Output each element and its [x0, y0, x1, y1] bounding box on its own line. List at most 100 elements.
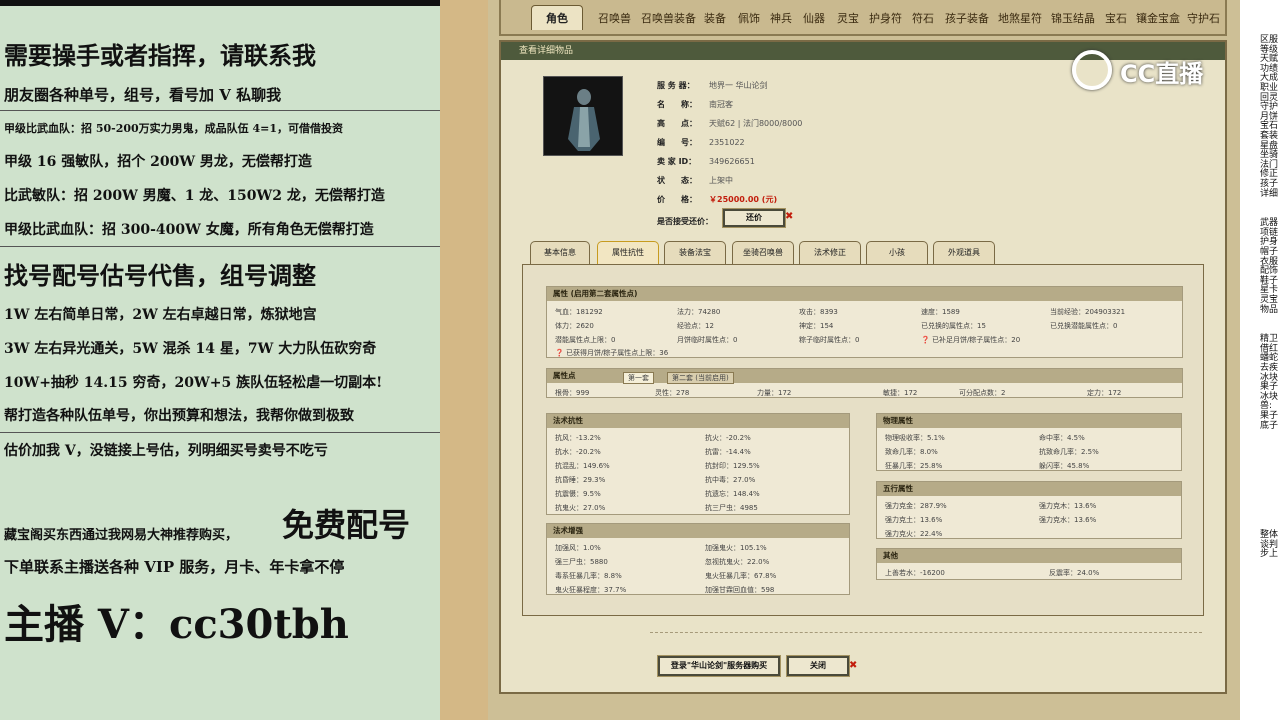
promo-line-1: 需要操手或者指挥，请联系我	[4, 41, 316, 70]
resist-item: 抗雷：-14.4%	[705, 448, 751, 456]
stat-speed: 速度：1589	[921, 308, 960, 316]
close-button[interactable]: 关闭	[787, 656, 849, 676]
promo-free-match: 免费配号	[282, 506, 411, 544]
resist-item: 抗震慑：9.5%	[555, 490, 601, 498]
points-set-2-tab[interactable]: 第二套 (当前启用)	[667, 372, 734, 384]
category-tabs: 角色 召唤兽 召唤兽装备 装备 佩饰 神兵 仙器 灵宝 护身符 符石 孩子装备 …	[499, 0, 1227, 36]
subtab-basic[interactable]: 基本信息	[530, 241, 590, 265]
tab-divine-weapon[interactable]: 神兵	[770, 10, 792, 26]
tab-role[interactable]: 角色	[531, 5, 583, 30]
info-server: 服 务 器： 地界一 华山论剑	[657, 81, 768, 90]
resist-item: 抗遗忘：148.4%	[705, 490, 760, 498]
boost-item: 鬼火狂暴程度：37.7%	[555, 586, 627, 594]
promo-line-14: 下单联系主播送各种 VIP 服务，月卡、年卡拿不停	[4, 558, 345, 576]
boost-item: 鬼火狂暴几率：67.8%	[705, 572, 777, 580]
stat-exchanged-points: 已兑换的属性点：15	[921, 322, 986, 330]
info-name: 名 称： 南冠客	[657, 100, 733, 109]
stat-mooncake-points: 月饼临时属性点：0	[677, 336, 738, 344]
close-icon: ✖	[849, 660, 858, 671]
points-set-1-tab[interactable]: 第一套	[623, 372, 654, 384]
stat-exp: 当前经验：204903321	[1050, 308, 1126, 316]
resist-item: 抗鬼火：27.0%	[555, 504, 606, 512]
promo-line-2: 朋友圈各种单号，组号，看号加 V 私聊我	[4, 86, 282, 104]
tab-star-rune[interactable]: 地煞星符	[998, 10, 1042, 26]
physical-header: 物理属性	[877, 414, 1181, 428]
stat-exchanged-potential: 已兑换潜能属性点：0	[1050, 322, 1118, 330]
resist-item: 抗水：-20.2%	[555, 448, 601, 456]
stat-focus: 神定：154	[799, 322, 834, 330]
tab-jade-crystal[interactable]: 锦玉结晶	[1051, 10, 1095, 26]
promo-line-7: 找号配号估号代售，组号调整	[4, 261, 316, 290]
phys-item: 致命几率：8.0%	[885, 448, 938, 456]
divider	[650, 632, 1202, 633]
promo-top-bar	[0, 0, 440, 6]
five-elements-box: 五行属性 强力克金：287.9% 强力克木：13.6% 强力克土：13.6% 强…	[876, 481, 1182, 539]
stat-points-cap: ❓ 已获得月饼/粽子属性点上限：36	[555, 349, 669, 357]
tab-child-equip[interactable]: 孩子装备	[945, 10, 989, 26]
info-seller: 卖 家 ID： 349626651	[657, 157, 755, 166]
stat-potential-cap: 潜能属性点上限：0	[555, 336, 616, 344]
phys-item: 狂暴几率：25.8%	[885, 462, 943, 470]
resist-item: 抗封印：129.5%	[705, 462, 760, 470]
tab-amulet[interactable]: 护身符	[869, 10, 902, 26]
stat-stamina: 体力：2620	[555, 322, 594, 330]
tab-equip[interactable]: 装备	[704, 10, 726, 26]
divider	[0, 246, 440, 247]
bargain-button[interactable]: 还价	[723, 209, 785, 227]
boost-item: 毒系狂暴几率：8.8%	[555, 572, 622, 580]
subtab-appearance[interactable]: 外观道具	[933, 241, 995, 265]
promo-line-5: 比武敏队：招 200W 男魔、1 龙、150W2 龙，无偿帮打造	[4, 188, 385, 204]
subtab-spell-mod[interactable]: 法术修正	[799, 241, 861, 265]
tab-gem[interactable]: 宝石	[1105, 10, 1127, 26]
five-elements-header: 五行属性	[877, 482, 1181, 496]
promo-line-8: 1W 左右简单日常，2W 左右卓越日常，炼狱地宫	[4, 307, 317, 323]
tab-rune[interactable]: 符石	[912, 10, 934, 26]
subtab-child[interactable]: 小孩	[866, 241, 928, 265]
point-spirit: 灵性：278	[655, 389, 690, 397]
spell-boost-box: 法术增强 加强风：1.0% 加强鬼火：105.1% 强三尸虫：5880 忽视抗鬼…	[546, 523, 850, 595]
tab-fairy-item[interactable]: 仙器	[803, 10, 825, 26]
spreadsheet-panel: 区服 等级 天赋 功绩 大成 职业 回灵 守护 月饼 宝石 套装 星盘 坐骑 法门 修正 孩子 详细 武器 项链 护身…	[1240, 0, 1280, 720]
cc-logo-icon	[1072, 50, 1112, 90]
subtab-attributes[interactable]: 属性抗性	[597, 241, 659, 265]
boost-item: 忽视抗鬼火：22.0%	[705, 558, 770, 566]
phys-item: 躲闪率：45.8%	[1039, 462, 1090, 470]
tab-accessory[interactable]: 佩饰	[738, 10, 760, 26]
point-agility: 敏捷：172	[883, 389, 918, 397]
close-icon: ✖	[785, 211, 794, 222]
five-item: 强力克金：287.9%	[885, 502, 947, 510]
window-border	[440, 0, 488, 720]
stat-filled-points: ❓ 已补足月饼/粽子属性点：20	[921, 336, 1021, 344]
tab-guard-stone[interactable]: 守护石	[1187, 10, 1220, 26]
sheet-row-label[interactable]: 详细	[1260, 186, 1278, 199]
login-buy-button[interactable]: 登录"华山论剑"服务器购买	[658, 656, 780, 676]
resist-item: 抗风：-13.2%	[555, 434, 601, 442]
tab-gold-box[interactable]: 镶金宝盒	[1136, 10, 1180, 26]
attribute-box: 属性 (启用第二套属性点) 气血：181292 法力：74280 攻击：8393…	[546, 286, 1183, 358]
stat-attack: 攻击：8393	[799, 308, 838, 316]
spell-resistance-header: 法术抗性	[547, 414, 849, 428]
character-figure-icon	[568, 89, 600, 151]
stat-mp: 法力：74280	[677, 308, 721, 316]
five-item: 强力克土：13.6%	[885, 516, 943, 524]
subtab-mount-pet[interactable]: 坐骑召唤兽	[732, 241, 794, 265]
sheet-row-label[interactable]: 底子	[1260, 418, 1278, 431]
attribute-points-box: 属性点 第一套 第二套 (当前启用) 根骨：999 灵性：278 力量：172 …	[546, 368, 1183, 398]
info-price: 价 格： ￥25000.00 (元)	[657, 195, 778, 204]
character-avatar	[543, 76, 623, 156]
point-strength: 力量：172	[757, 389, 792, 397]
tab-pet[interactable]: 召唤兽	[598, 10, 631, 26]
other-item: 上善若水：-16200	[885, 569, 945, 577]
point-available: 可分配点数：2	[959, 389, 1006, 397]
sheet-row-label[interactable]: 物品	[1260, 302, 1278, 315]
resist-item: 抗三尸虫：4985	[705, 504, 758, 512]
stat-exp-points: 经验点：12	[677, 322, 714, 330]
five-item: 强力克火：22.4%	[885, 530, 943, 538]
tab-spirit-treasure[interactable]: 灵宝	[837, 10, 859, 26]
promo-panel: 需要操手或者指挥，请联系我 朋友圈各种单号，组号，看号加 V 私聊我 甲级比武血…	[0, 0, 440, 720]
subtab-equip-treasure[interactable]: 装备法宝	[664, 241, 726, 265]
tab-pet-equip[interactable]: 召唤兽装备	[641, 10, 696, 26]
sheet-row-label[interactable]: 步上	[1260, 546, 1278, 559]
resist-item: 抗火：-20.2%	[705, 434, 751, 442]
stat-hp: 气血：181292	[555, 308, 603, 316]
